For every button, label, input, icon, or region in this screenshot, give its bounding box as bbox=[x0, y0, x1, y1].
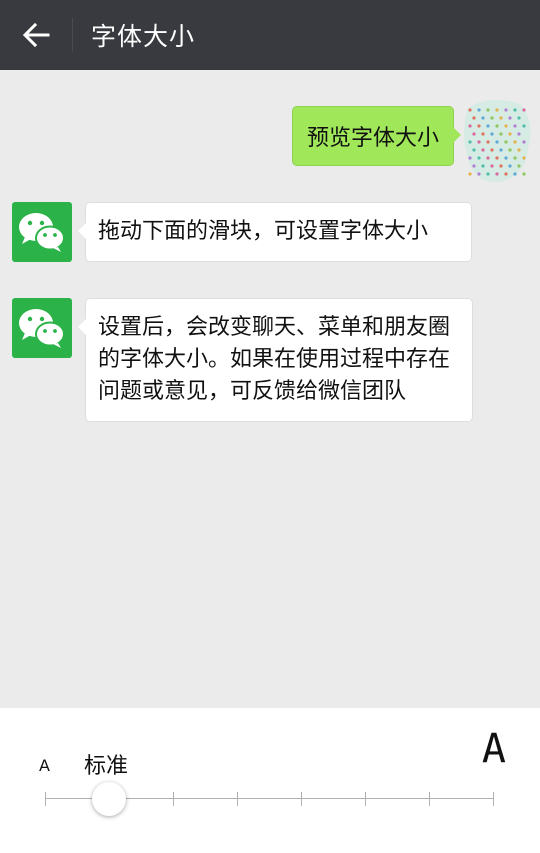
current-size-label: 标准 bbox=[84, 754, 129, 779]
back-button[interactable] bbox=[0, 0, 72, 70]
large-font-label: A bbox=[481, 726, 506, 772]
wechat-logo-icon bbox=[19, 309, 65, 348]
slider-tick bbox=[301, 792, 302, 806]
header-divider bbox=[72, 18, 73, 52]
received-message: 拖动下面的滑块，可设置字体大小 bbox=[78, 202, 472, 262]
slider-tick bbox=[365, 792, 366, 806]
slider-tick bbox=[237, 792, 238, 806]
arrow-left-icon bbox=[22, 22, 50, 48]
slider-tick bbox=[173, 792, 174, 806]
chat-preview-area: 预览字体大小 拖动下面的滑块，可设置字体大小 设置后，会改变聊天、菜单和朋友圈的… bbox=[0, 70, 540, 708]
slider-tick bbox=[429, 792, 430, 806]
slider-tick bbox=[493, 792, 494, 806]
font-size-panel: A 标准 A bbox=[0, 708, 540, 853]
wechat-logo-icon bbox=[19, 213, 65, 252]
wechat-avatar bbox=[12, 298, 72, 358]
sent-message: 预览字体大小 bbox=[291, 106, 462, 166]
user-avatar bbox=[460, 98, 534, 184]
slider-thumb[interactable] bbox=[92, 782, 126, 816]
small-font-label: A bbox=[39, 756, 50, 775]
received-message: 设置后，会改变聊天、菜单和朋友圈的字体大小。如果在使用过程中存在问题或意见，可反… bbox=[78, 298, 473, 422]
top-bar: 字体大小 bbox=[0, 0, 540, 70]
wechat-avatar bbox=[12, 202, 72, 262]
slider-tick bbox=[45, 792, 46, 806]
page-title: 字体大小 bbox=[91, 22, 196, 51]
